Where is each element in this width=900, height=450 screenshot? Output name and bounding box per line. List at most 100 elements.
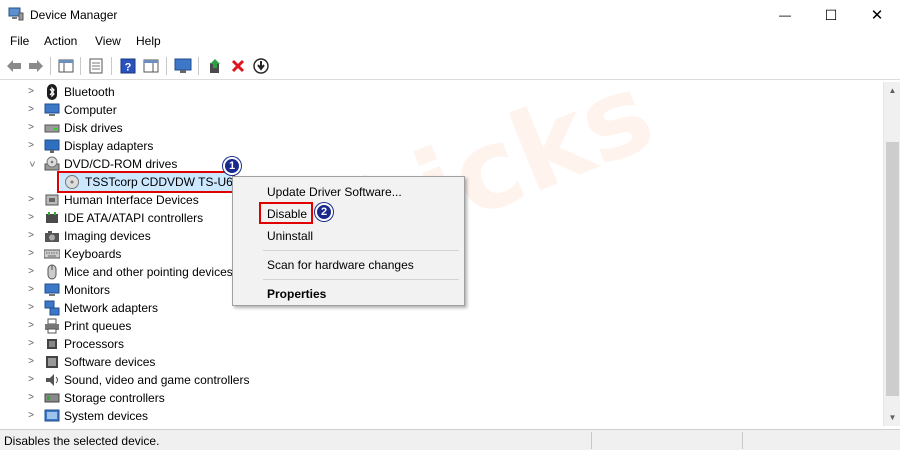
chevron-right-icon[interactable]: >	[26, 230, 36, 242]
chevron-right-icon[interactable]: >	[26, 284, 36, 296]
ide-controller-icon	[46, 212, 58, 223]
menu-help[interactable]: Help	[136, 34, 161, 48]
menu-file[interactable]: File	[10, 34, 29, 48]
processor-icon	[47, 339, 57, 349]
chevron-right-icon[interactable]: >	[26, 140, 36, 152]
keyboard-icon	[44, 249, 60, 259]
scan-hardware-icon[interactable]	[173, 56, 193, 76]
tree-item-sound-video[interactable]: > Sound, video and game controllers	[2, 371, 702, 389]
window-title: Device Manager	[30, 8, 118, 22]
close-button[interactable]: ✕	[854, 0, 900, 30]
disk-drive-icon	[44, 124, 60, 133]
chevron-right-icon[interactable]: >	[26, 338, 36, 350]
menu-bar: File Action View Help	[0, 30, 900, 52]
chevron-right-icon[interactable]: >	[26, 194, 36, 206]
toolbar: ?	[0, 52, 900, 80]
menu-view[interactable]: View	[95, 34, 121, 48]
tree-item-label: IDE ATA/ATAPI controllers	[64, 211, 204, 225]
selected-device-highlight	[57, 171, 235, 193]
uninstall-icon[interactable]	[228, 56, 248, 76]
step-1-badge: 1	[223, 157, 241, 175]
action-pane-icon[interactable]	[141, 56, 161, 76]
printer-icon	[45, 318, 59, 334]
enable-device-icon[interactable]	[251, 56, 271, 76]
tree-item-label: Display adapters	[64, 139, 154, 153]
storage-controller-icon	[44, 393, 60, 403]
forward-arrow-icon[interactable]	[26, 56, 46, 76]
scroll-down-icon[interactable]: ▼	[884, 409, 900, 426]
chevron-right-icon[interactable]: >	[26, 356, 36, 368]
tree-item-display-adapters[interactable]: > Display adapters	[2, 137, 702, 155]
network-adapter-icon	[44, 300, 60, 316]
sound-icon	[46, 374, 58, 386]
menu-uninstall[interactable]: Uninstall	[267, 229, 313, 243]
tree-item-bluetooth[interactable]: > Bluetooth	[2, 83, 702, 101]
menu-update-driver[interactable]: Update Driver Software...	[267, 185, 402, 199]
minimize-button[interactable]: —	[762, 0, 808, 30]
properties-icon[interactable]	[86, 56, 106, 76]
display-adapter-icon	[44, 139, 60, 153]
chevron-right-icon[interactable]: >	[26, 248, 36, 260]
tree-item-label: Network adapters	[64, 301, 159, 315]
tree-item-label: Print queues	[64, 319, 132, 333]
chevron-right-icon[interactable]: >	[26, 302, 36, 314]
menu-properties[interactable]: Properties	[267, 287, 326, 301]
title-bar: Device Manager — ☐ ✕	[0, 0, 900, 30]
tree-item-label: Disk drives	[64, 121, 123, 135]
scroll-thumb[interactable]	[886, 142, 899, 396]
tree-item-label: Mice and other pointing devices	[64, 265, 233, 279]
maximize-icon: ☐	[824, 6, 838, 23]
tree-item-label: DVD/CD-ROM drives	[64, 157, 178, 171]
menu-scan-hardware[interactable]: Scan for hardware changes	[267, 258, 414, 272]
chevron-right-icon[interactable]: >	[26, 86, 36, 98]
menu-separator	[263, 279, 459, 280]
scroll-up-icon[interactable]: ▲	[884, 82, 900, 99]
status-bar: Disables the selected device.	[0, 429, 900, 450]
tree-item-disk-drives[interactable]: > Disk drives	[2, 119, 702, 137]
chevron-down-icon[interactable]: >	[25, 159, 37, 169]
status-text: Disables the selected device.	[4, 434, 160, 448]
dvd-drive-icon	[44, 156, 60, 171]
chevron-right-icon[interactable]: >	[26, 374, 36, 386]
tree-item-label: Monitors	[64, 283, 111, 297]
tree-item-label: Processors	[64, 337, 125, 351]
tree-item-processors[interactable]: > Processors	[2, 335, 702, 353]
chevron-right-icon[interactable]: >	[26, 266, 36, 278]
chevron-right-icon[interactable]: >	[26, 212, 36, 224]
tree-item-label: Imaging devices	[64, 229, 151, 243]
menu-separator	[263, 250, 459, 251]
tree-item-label: Computer	[64, 103, 117, 117]
svg-text:?: ?	[125, 62, 132, 74]
back-arrow-icon[interactable]	[4, 56, 24, 76]
vertical-scrollbar[interactable]: ▲ ▼	[883, 82, 900, 426]
tree-item-label: Bluetooth	[64, 85, 115, 99]
tree-item-computer[interactable]: > Computer	[2, 101, 702, 119]
update-driver-icon[interactable]	[205, 56, 225, 76]
tree-item-print-queues[interactable]: > Print queues	[2, 317, 702, 335]
device-manager-app-icon	[8, 7, 24, 21]
chevron-right-icon[interactable]: >	[26, 410, 36, 422]
menu-action[interactable]: Action	[44, 34, 77, 48]
chevron-right-icon[interactable]: >	[26, 320, 36, 332]
tree-item-software-devices[interactable]: > Software devices	[2, 353, 702, 371]
hid-icon	[45, 194, 59, 206]
tree-item-system-devices[interactable]: > System devices	[2, 407, 702, 425]
show-hide-tree-icon[interactable]	[56, 56, 76, 76]
chevron-right-icon[interactable]: >	[26, 104, 36, 116]
tree-item-label: Software devices	[64, 355, 156, 369]
chevron-right-icon[interactable]: >	[26, 122, 36, 134]
mouse-icon	[47, 264, 57, 280]
monitor-icon	[44, 283, 60, 296]
system-device-icon	[44, 409, 60, 422]
disable-highlight	[259, 202, 313, 224]
tree-item-label: Sound, video and game controllers	[64, 373, 250, 387]
bluetooth-icon	[47, 84, 57, 100]
close-icon: ✕	[870, 7, 884, 24]
chevron-right-icon[interactable]: >	[26, 392, 36, 404]
tree-item-label: Keyboards	[64, 247, 122, 261]
maximize-button[interactable]: ☐	[808, 0, 854, 30]
help-icon[interactable]: ?	[118, 56, 138, 76]
tree-item-storage-controllers[interactable]: > Storage controllers	[2, 389, 702, 407]
software-device-icon	[46, 356, 58, 368]
tree-item-label: System devices	[64, 409, 149, 423]
